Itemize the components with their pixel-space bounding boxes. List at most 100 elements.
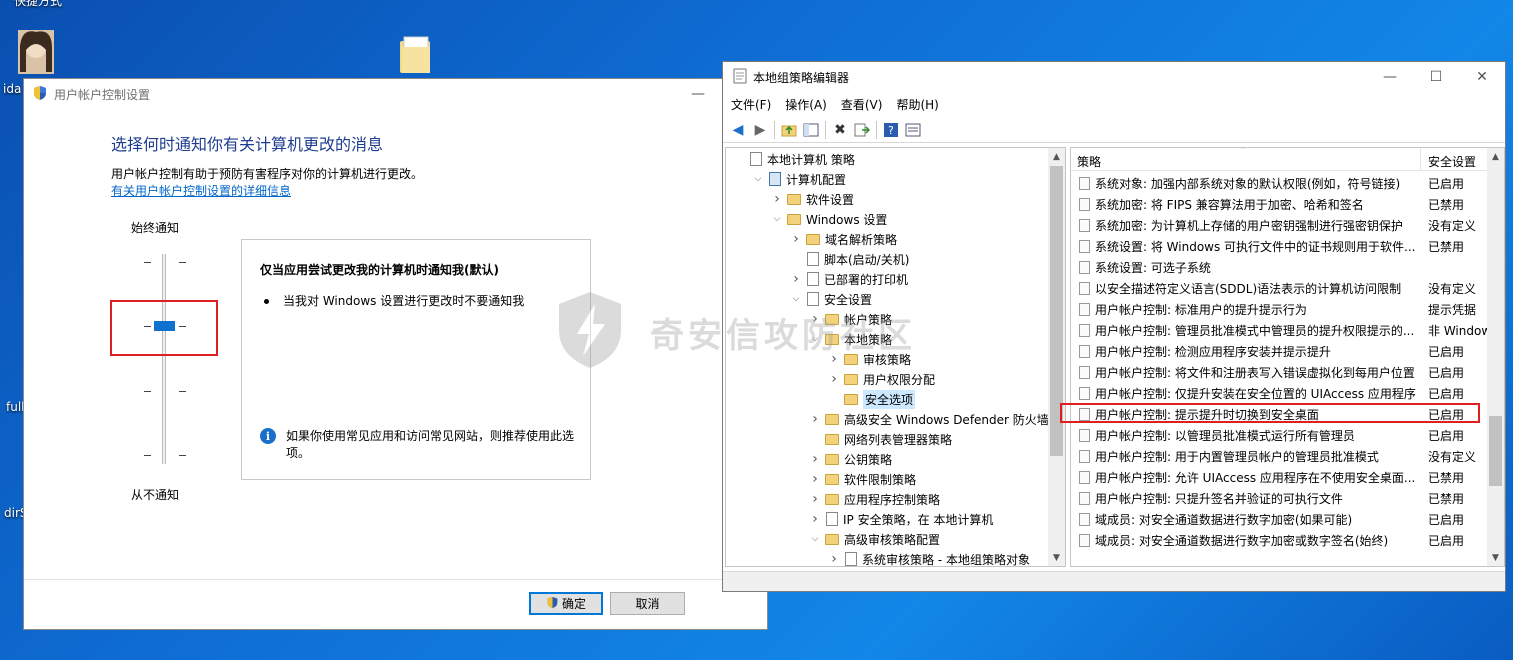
menu-view[interactable]: 查看(V) <box>841 94 883 116</box>
tree-node[interactable]: › 高级安全 Windows Defender 防火墙 <box>726 409 1049 429</box>
tree-node[interactable]: 脚本(启动/关机) <box>726 249 909 269</box>
tree-node[interactable]: › 公钥策略 <box>726 449 892 469</box>
policy-row[interactable]: 用户帐户控制: 只提升签名并验证的可执行文件 已禁用 <box>1071 488 1489 509</box>
desktop-avatar-icon[interactable] <box>12 28 60 76</box>
tree-node[interactable]: › 域名解析策略 <box>726 229 897 249</box>
scroll-up-icon[interactable]: ▲ <box>1048 148 1065 165</box>
tree-node[interactable]: ⌵ 计算机配置 <box>726 169 846 189</box>
list-scrollbar[interactable]: ▲ ▼ <box>1487 148 1504 566</box>
tree-node[interactable]: › 帐户策略 <box>726 309 892 329</box>
ok-button[interactable]: 确定 <box>529 592 603 615</box>
tree-node[interactable]: ⌵ Windows 设置 <box>726 209 888 229</box>
policy-icon <box>1079 240 1090 253</box>
help-icon[interactable]: ? <box>882 121 900 139</box>
policy-row[interactable]: 用户帐户控制: 仅提升安装在安全位置的 UIAccess 应用程序 已启用 <box>1071 383 1489 404</box>
policy-row[interactable]: 用户帐户控制: 检测应用程序安装并提示提升 已启用 <box>1071 341 1489 362</box>
chevron-down-icon[interactable]: ⌵ <box>808 334 822 344</box>
chevron-down-icon[interactable]: ⌵ <box>808 534 822 544</box>
back-arrow-icon[interactable]: ◀ <box>729 121 747 139</box>
policy-row[interactable]: 域成员: 对安全通道数据进行数字加密或数字签名(始终) 已启用 <box>1071 530 1489 551</box>
tree-node[interactable]: › IP 安全策略，在 本地计算机 <box>726 509 993 529</box>
close-button[interactable]: ✕ <box>1459 62 1505 92</box>
policy-row[interactable]: 系统加密: 为计算机上存储的用户密钥强制进行强密钥保护 没有定义 <box>1071 215 1489 236</box>
tree-node-label: 网络列表管理器策略 <box>844 432 953 447</box>
policy-row[interactable]: 系统设置: 可选子系统 <box>1071 257 1489 278</box>
tree-node-label: 本地计算机 策略 <box>767 152 855 167</box>
scroll-up-icon[interactable]: ▲ <box>1487 148 1504 165</box>
slider-label-never-notify: 从不通知 <box>131 488 180 502</box>
policy-row[interactable]: 以安全描述符定义语言(SDDL)语法表示的计算机访问限制 没有定义 <box>1071 278 1489 299</box>
policy-row[interactable]: 用户帐户控制: 以管理员批准模式运行所有管理员 已启用 <box>1071 425 1489 446</box>
policy-list-pane[interactable]: ⌃ 策略 安全设置 系统对象: 加强内部系统对象的默认权限(例如，符号链接) 已启… <box>1070 147 1505 567</box>
policy-row[interactable]: 用户帐户控制: 标准用户的提升提示行为 提示凭据 <box>1071 299 1489 320</box>
chevron-right-icon[interactable]: › <box>770 191 784 207</box>
policy-row[interactable]: 用户帐户控制: 将文件和注册表写入错误虚拟化到每用户位置 已启用 <box>1071 362 1489 383</box>
chevron-right-icon[interactable]: › <box>808 471 822 487</box>
policy-row[interactable]: 用户帐户控制: 允许 UIAccess 应用程序在不使用安全桌面... 已禁用 <box>1071 467 1489 488</box>
policy-name: 用户帐户控制: 将文件和注册表写入错误虚拟化到每用户位置 <box>1095 366 1415 380</box>
show-hide-tree-icon[interactable] <box>802 121 820 139</box>
tree-scrollbar[interactable]: ▲ ▼ <box>1048 148 1065 566</box>
column-divider[interactable] <box>1420 148 1421 171</box>
policy-row[interactable]: 用户帐户控制: 管理员批准模式中管理员的提升权限提示的... 非 Windows <box>1071 320 1489 341</box>
uac-details-link[interactable]: 有关用户帐户控制设置的详细信息 <box>111 182 291 199</box>
tree-node[interactable]: › 已部署的打印机 <box>726 269 908 289</box>
column-header-policy[interactable]: 策略 <box>1077 153 1101 170</box>
minimize-button[interactable]: — <box>1367 62 1413 92</box>
scroll-down-icon[interactable]: ▼ <box>1048 549 1065 566</box>
chevron-right-icon[interactable]: › <box>827 551 841 566</box>
policy-setting: 已禁用 <box>1428 492 1465 506</box>
chevron-down-icon[interactable]: ⌵ <box>751 174 765 184</box>
menu-file[interactable]: 文件(F) <box>731 94 771 116</box>
tree-node[interactable]: ⌵ 本地策略 <box>726 329 892 349</box>
minimize-button[interactable]: — <box>675 79 721 109</box>
chevron-right-icon[interactable]: › <box>827 371 841 387</box>
menu-action[interactable]: 操作(A) <box>785 94 827 116</box>
policy-tree-pane[interactable]: 本地计算机 策略 ⌵ 计算机配置 › 软件设置 ⌵ Windows 设置 › 域名解析策略脚本(… <box>725 147 1066 567</box>
chevron-right-icon[interactable]: › <box>789 231 803 247</box>
tree-node[interactable]: ⌵ 安全设置 <box>726 289 872 309</box>
policy-row[interactable]: 系统加密: 将 FIPS 兼容算法用于加密、哈希和签名 已禁用 <box>1071 194 1489 215</box>
chevron-right-icon[interactable]: › <box>808 511 822 527</box>
chevron-right-icon[interactable]: › <box>808 411 822 427</box>
tree-node[interactable]: 网络列表管理器策略 <box>726 429 952 449</box>
maximize-button[interactable]: ☐ <box>1413 62 1459 92</box>
policy-row[interactable]: 系统对象: 加强内部系统对象的默认权限(例如，符号链接) 已启用 <box>1071 173 1489 194</box>
up-folder-icon[interactable] <box>780 121 798 139</box>
desktop-folder-icon[interactable] <box>398 35 434 75</box>
tree-node[interactable]: › 软件设置 <box>726 189 854 209</box>
tree-node[interactable]: 本地计算机 策略 <box>726 149 855 169</box>
policy-row[interactable]: 系统设置: 将 Windows 可执行文件中的证书规则用于软件... 已禁用 <box>1071 236 1489 257</box>
scroll-thumb[interactable] <box>1489 416 1502 486</box>
tree-node-label: 安全设置 <box>824 292 873 307</box>
delete-icon[interactable]: ✖ <box>831 121 849 139</box>
tree-node[interactable]: › 应用程序控制策略 <box>726 489 940 509</box>
menu-help[interactable]: 帮助(H) <box>896 94 938 116</box>
chevron-right-icon[interactable]: › <box>808 311 822 327</box>
tree-node[interactable]: ⌵ 高级审核策略配置 <box>726 529 940 549</box>
forward-arrow-icon[interactable]: ▶ <box>751 121 769 139</box>
cancel-button[interactable]: 取消 <box>610 592 685 615</box>
export-list-icon[interactable] <box>853 121 871 139</box>
tree-node[interactable]: › 用户权限分配 <box>726 369 935 389</box>
policy-row[interactable]: 用户帐户控制: 用于内置管理员帐户的管理员批准模式 没有定义 <box>1071 446 1489 467</box>
tree-node[interactable]: › 系统审核策略 - 本地组策略对象 <box>726 549 1030 566</box>
chevron-down-icon[interactable]: ⌵ <box>789 294 803 304</box>
column-header-setting[interactable]: 安全设置 <box>1428 153 1476 170</box>
uac-slider-track[interactable] <box>162 254 166 464</box>
chevron-right-icon[interactable]: › <box>789 271 803 287</box>
properties-icon[interactable] <box>904 121 922 139</box>
policy-name: 用户帐户控制: 检测应用程序安装并提示提升 <box>1095 345 1331 359</box>
tree-node[interactable]: › 软件限制策略 <box>726 469 916 489</box>
tree-node[interactable]: › 审核策略 <box>726 349 911 369</box>
chevron-down-icon[interactable]: ⌵ <box>770 214 784 224</box>
chevron-right-icon[interactable]: › <box>808 491 822 507</box>
tree-node[interactable]: 安全选项 <box>726 389 916 409</box>
policy-row[interactable]: 域成员: 对安全通道数据进行数字加密(如果可能) 已启用 <box>1071 509 1489 530</box>
chevron-right-icon[interactable]: › <box>827 351 841 367</box>
chevron-right-icon[interactable]: › <box>808 451 822 467</box>
tree-node-label: 域名解析策略 <box>825 232 898 247</box>
uac-titlebar[interactable]: 用户帐户控制设置 <box>24 79 767 109</box>
scroll-down-icon[interactable]: ▼ <box>1487 549 1504 566</box>
policy-icon <box>1079 345 1090 358</box>
